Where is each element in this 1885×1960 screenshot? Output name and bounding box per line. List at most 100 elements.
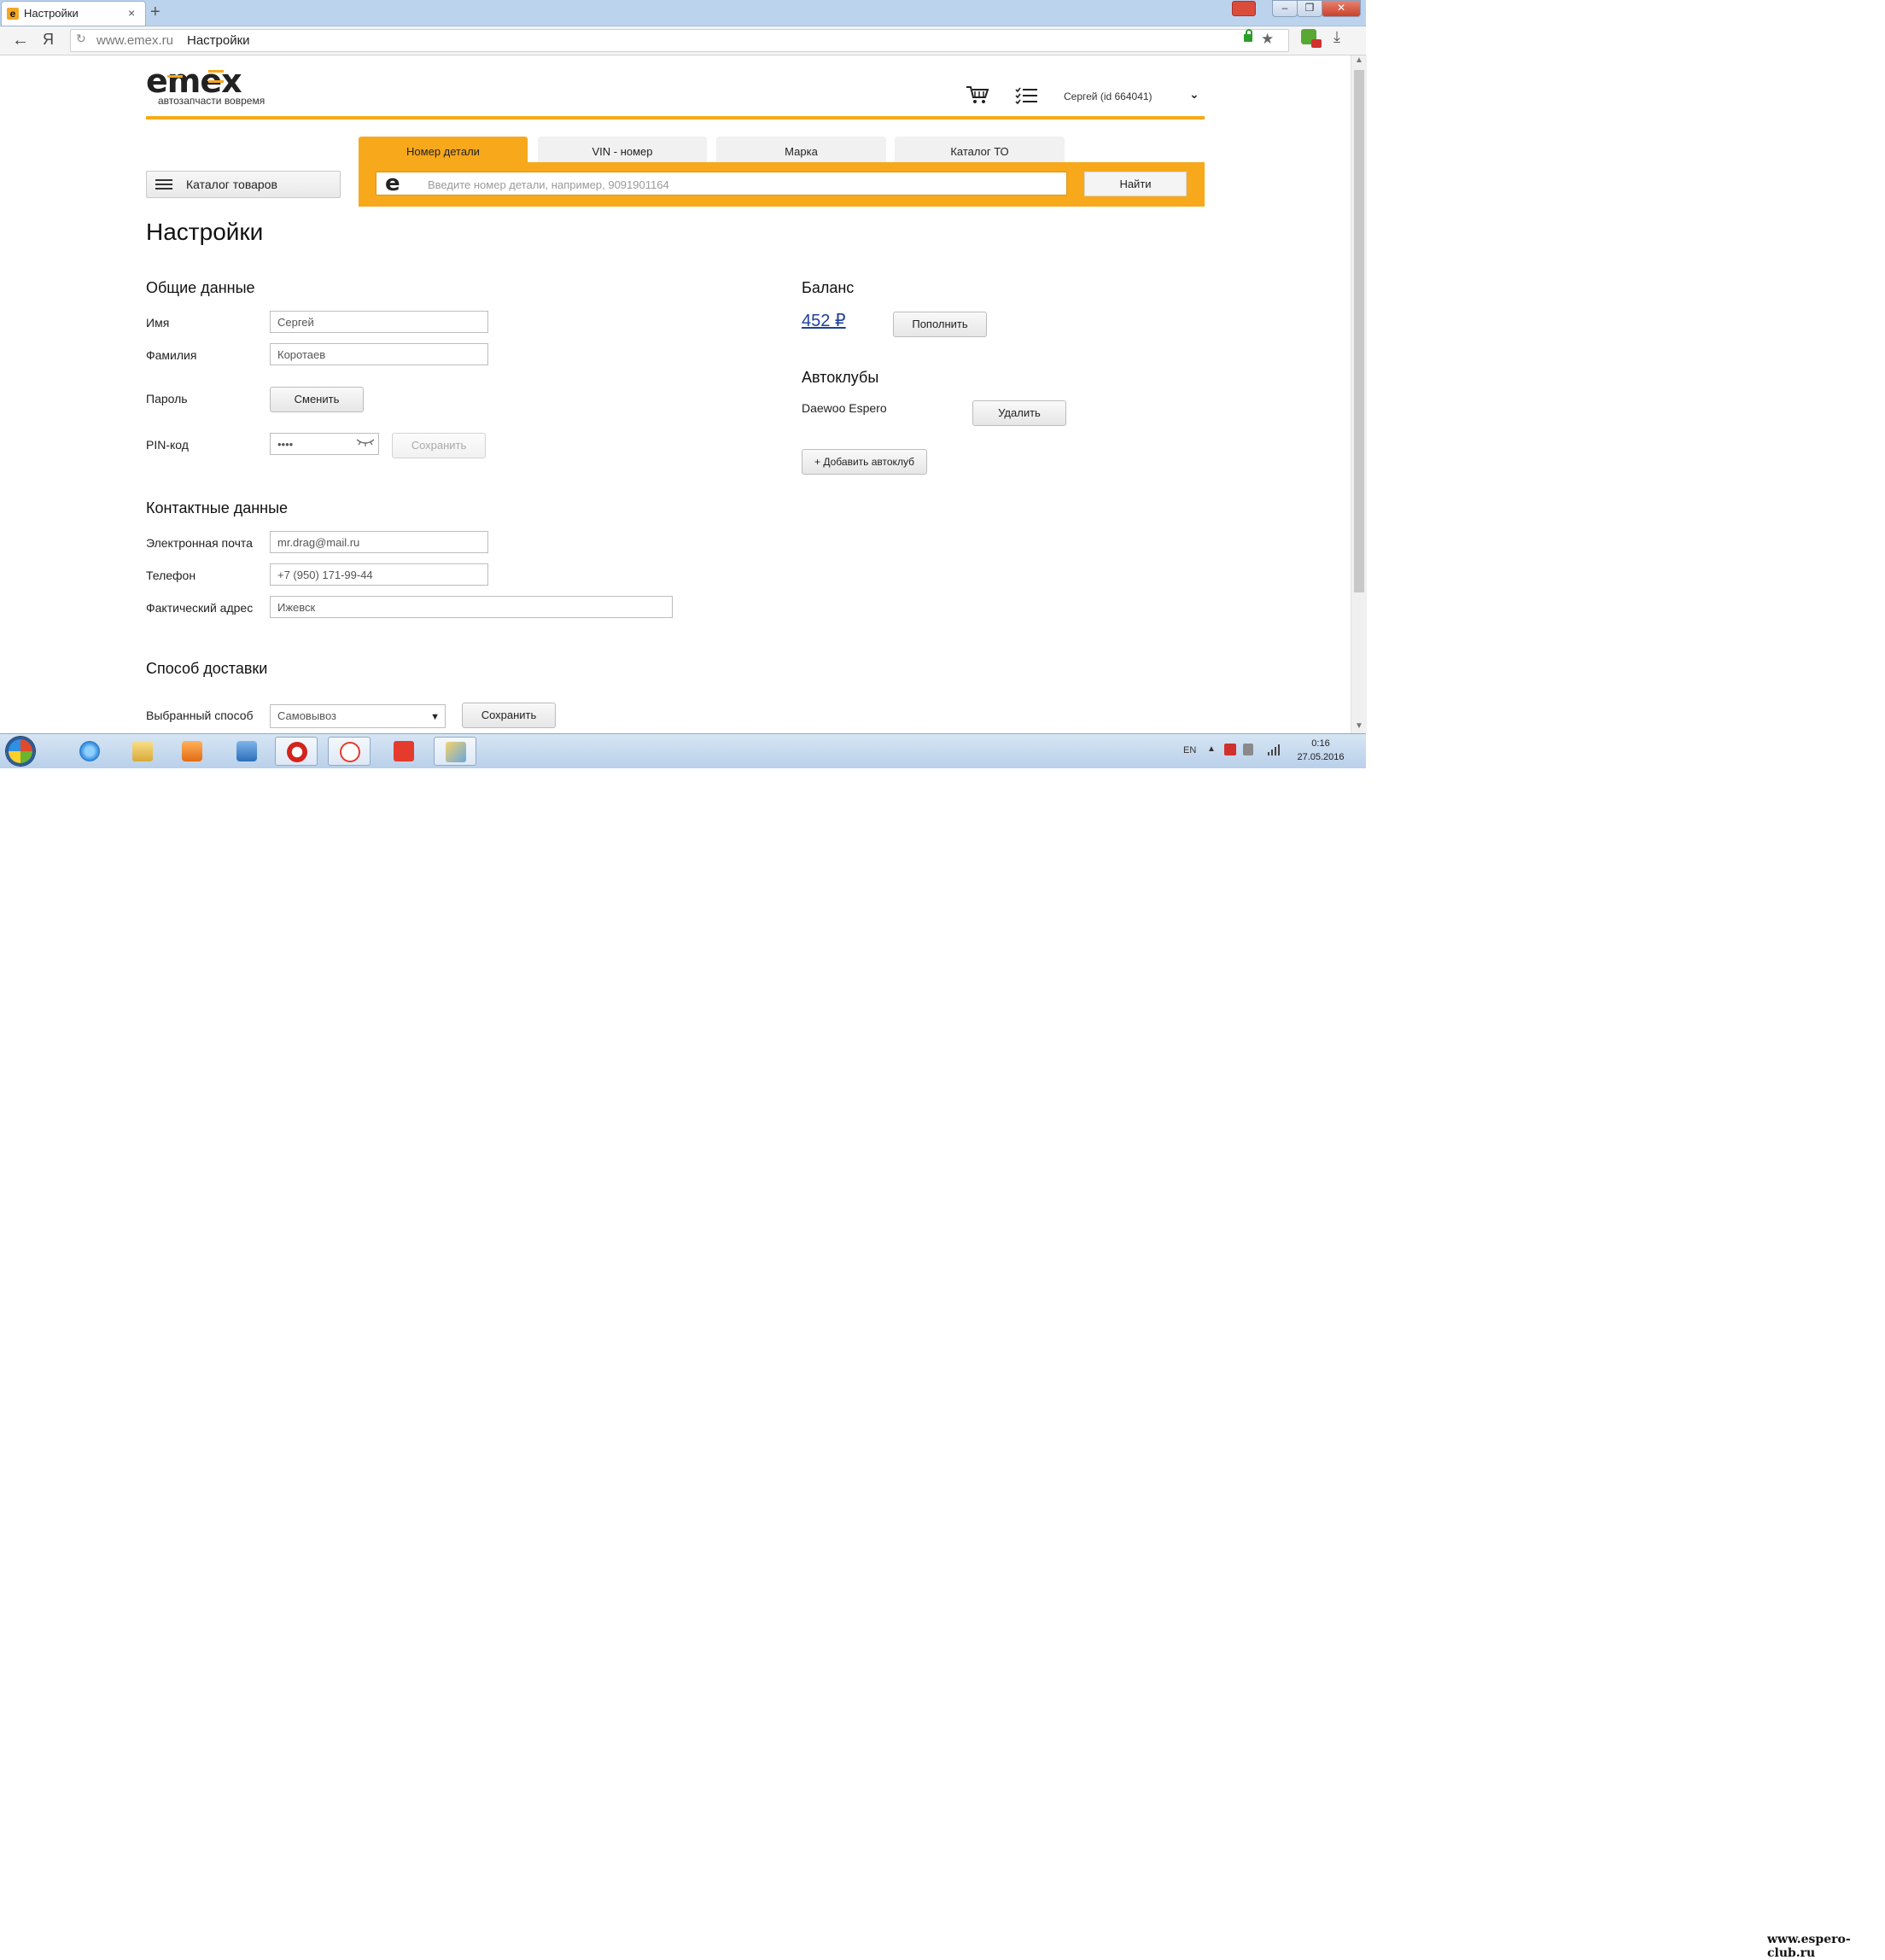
browser-tab-strip: e Настройки × + – ❐ ✕ xyxy=(0,0,1366,26)
email-field[interactable]: mr.drag@mail.ru xyxy=(270,531,488,553)
restore-button[interactable]: ❐ xyxy=(1297,0,1322,17)
autoclubs-heading: Автоклубы xyxy=(802,369,879,386)
yandex-icon xyxy=(394,741,414,761)
clock-date[interactable]: 27.05.2016 xyxy=(1291,752,1351,762)
folder-icon xyxy=(132,741,153,761)
pin-save-button[interactable]: Сохранить xyxy=(392,433,486,458)
yandex-button[interactable]: Я xyxy=(43,31,54,49)
address-bar: ← Я ↻ www.emex.ru Настройки ★ ⤓ xyxy=(0,26,1366,55)
url-page-title: Настройки xyxy=(187,33,250,48)
catalog-button-label: Каталог товаров xyxy=(186,178,277,191)
chevron-down-icon[interactable]: ⌄ xyxy=(1189,87,1199,102)
emex-favicon-icon: e xyxy=(7,8,19,20)
orders-list-icon[interactable] xyxy=(1015,87,1039,106)
delivery-heading: Способ доставки xyxy=(146,660,268,677)
paint-icon xyxy=(446,742,466,762)
name-field[interactable]: Сергей xyxy=(270,311,488,333)
delivery-save-button[interactable]: Сохранить xyxy=(462,703,556,728)
taskbar-paint[interactable] xyxy=(434,737,476,766)
media-player-icon xyxy=(182,741,202,761)
opera-icon xyxy=(287,742,307,762)
search-button[interactable]: Найти xyxy=(1084,172,1187,196)
address-field[interactable]: Ижевск xyxy=(270,596,673,618)
url-field[interactable]: ↻ www.emex.ru Настройки ★ xyxy=(70,29,1289,52)
taskbar-yandex-browser[interactable] xyxy=(328,737,371,766)
extension-badge xyxy=(1311,39,1322,48)
signal-bars-icon[interactable] xyxy=(1267,744,1281,755)
user-menu[interactable]: Сергей (id 664041) xyxy=(1064,90,1153,102)
taskbar-yandex[interactable] xyxy=(382,737,425,766)
new-tab-button[interactable]: + xyxy=(150,3,160,21)
dropdown-arrow-icon: ▼ xyxy=(430,712,440,722)
ie-icon xyxy=(79,741,100,761)
bookmark-star-icon[interactable]: ★ xyxy=(1261,31,1274,48)
general-heading: Общие данные xyxy=(146,279,255,296)
speaker-icon xyxy=(236,741,257,761)
yandex-browser-icon xyxy=(340,742,360,762)
language-indicator[interactable]: EN xyxy=(1183,745,1196,755)
eye-closed-icon[interactable] xyxy=(356,436,375,448)
reload-icon[interactable]: ↻ xyxy=(76,32,86,46)
url-host: www.emex.ru xyxy=(96,33,174,48)
delivery-select[interactable]: Самовывоз ▼ xyxy=(270,704,446,728)
delivery-label: Выбранный способ xyxy=(146,709,254,722)
search-input[interactable]: e Введите номер детали, например, 909190… xyxy=(376,171,1067,196)
start-button[interactable] xyxy=(6,737,35,766)
delivery-selected-value: Самовывоз xyxy=(277,709,336,722)
add-autoclub-button[interactable]: + Добавить автоклуб xyxy=(802,449,927,475)
lock-icon xyxy=(1244,29,1252,42)
tab-close-icon[interactable]: × xyxy=(128,6,135,20)
pin-field[interactable]: •••• xyxy=(270,433,379,455)
taskbar-opera[interactable] xyxy=(275,737,318,766)
pin-label: PIN-код xyxy=(146,438,189,452)
tab-title: Настройки xyxy=(24,7,79,20)
search-panel: e Введите номер детали, например, 909190… xyxy=(359,162,1205,207)
address-label: Фактический адрес xyxy=(146,601,254,615)
header-divider xyxy=(146,116,1205,120)
taskbar-media-player[interactable] xyxy=(171,737,213,766)
watermark-text: www.espero-club.ru xyxy=(1767,1933,1851,1960)
taskbar-volume-app[interactable] xyxy=(225,737,268,766)
phone-label: Телефон xyxy=(146,569,196,582)
hamburger-icon xyxy=(155,179,172,190)
catalog-button[interactable]: Каталог товаров xyxy=(146,171,341,198)
name-label: Имя xyxy=(146,316,170,330)
logo-tagline: автозапчасти вовремя xyxy=(158,95,266,107)
scroll-down-icon[interactable]: ▼ xyxy=(1355,721,1363,731)
emex-logo[interactable]: emex xyxy=(146,65,242,97)
windows-taskbar: EN ▲ 0:16 27.05.2016 xyxy=(0,733,1366,768)
password-label: Пароль xyxy=(146,392,188,405)
change-password-button[interactable]: Сменить xyxy=(270,387,364,412)
emex-e-icon: e xyxy=(385,171,400,196)
browser-menu-button[interactable] xyxy=(1232,1,1256,16)
balance-amount-link[interactable]: 452 ₽ xyxy=(802,310,846,331)
show-hidden-icons-arrow[interactable]: ▲ xyxy=(1207,744,1216,754)
surname-label: Фамилия xyxy=(146,348,197,362)
page-scrollbar[interactable]: ▲ ▼ xyxy=(1351,55,1367,733)
browser-tab[interactable]: e Настройки × xyxy=(2,2,145,26)
download-icon[interactable]: ⤓ xyxy=(1334,28,1340,46)
back-button[interactable]: ← xyxy=(12,31,29,50)
autoclub-name: Daewoo Espero xyxy=(802,401,887,415)
scrollbar-thumb[interactable] xyxy=(1354,70,1364,592)
network-tray-icon[interactable] xyxy=(1243,744,1253,755)
taskbar-explorer[interactable] xyxy=(121,737,164,766)
cart-icon[interactable] xyxy=(966,85,989,104)
tab-vin[interactable]: VIN - номер xyxy=(538,137,707,162)
antivirus-tray-icon[interactable] xyxy=(1224,744,1236,755)
taskbar-internet-explorer[interactable] xyxy=(68,737,111,766)
phone-field[interactable]: +7 (950) 171-99-44 xyxy=(270,563,488,586)
tab-brand[interactable]: Марка xyxy=(716,137,886,162)
clock-time[interactable]: 0:16 xyxy=(1298,738,1344,749)
tab-part-number[interactable]: Номер детали xyxy=(359,137,528,162)
search-placeholder: Введите номер детали, например, 90919011… xyxy=(428,178,669,191)
close-window-button[interactable]: ✕ xyxy=(1322,0,1361,17)
surname-field[interactable]: Коротаев xyxy=(270,343,488,365)
tab-maintenance-catalog[interactable]: Каталог ТО xyxy=(895,137,1065,162)
scroll-up-icon[interactable]: ▲ xyxy=(1355,55,1363,65)
remove-autoclub-button[interactable]: Удалить xyxy=(972,400,1066,426)
page-title: Настройки xyxy=(146,219,264,245)
topup-button[interactable]: Пополнить xyxy=(893,312,987,337)
minimize-button[interactable]: – xyxy=(1272,0,1298,17)
pin-value: •••• xyxy=(277,438,294,451)
